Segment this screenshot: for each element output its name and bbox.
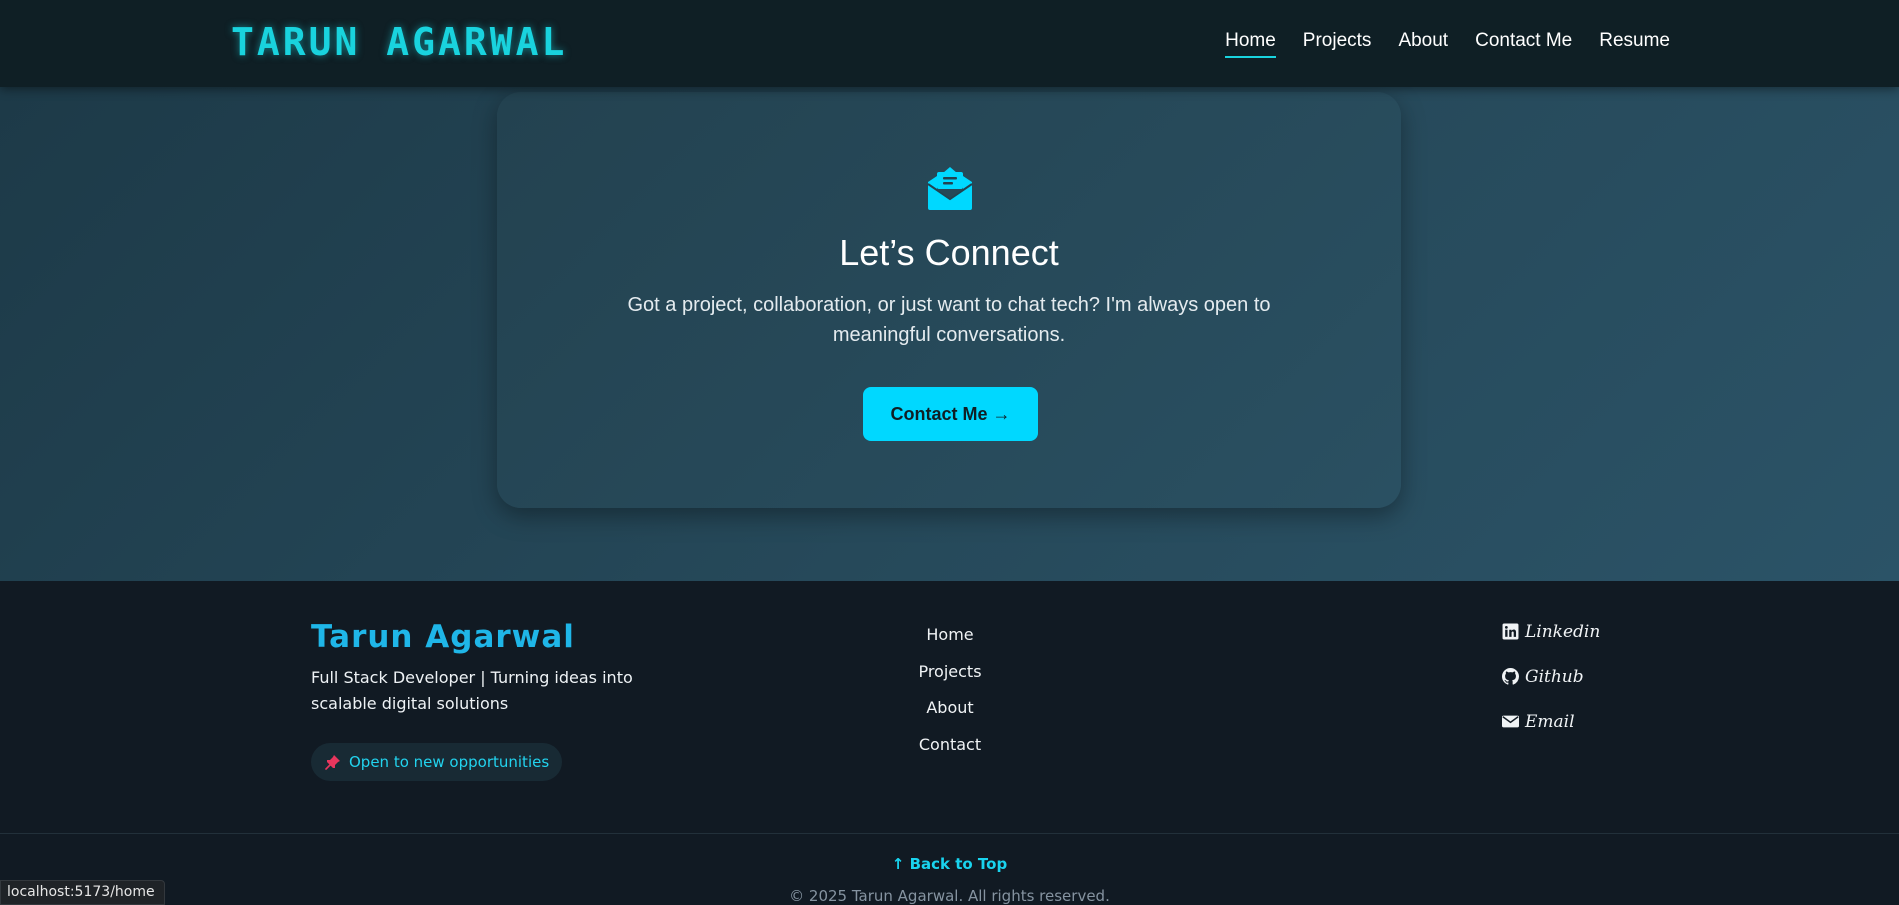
social-github-label: Github: [1525, 666, 1584, 687]
footer-links: Home Projects About Contact: [850, 617, 1050, 763]
main-nav: Home Projects About Contact Me Resume: [1225, 30, 1670, 58]
connect-card: Let’s Connect Got a project, collaborati…: [497, 92, 1401, 508]
footer-link-projects[interactable]: Projects: [918, 654, 981, 691]
footer-divider: [0, 833, 1899, 834]
brand-logo[interactable]: TARUN AGARWAL: [231, 20, 567, 64]
footer-tagline: Full Stack Developer | Turning ideas int…: [311, 668, 633, 713]
social-email[interactable]: Email: [1502, 709, 1600, 734]
section-title: Let’s Connect: [839, 232, 1059, 273]
social-linkedin[interactable]: Linkedin: [1502, 619, 1600, 644]
envelope-icon: [1502, 715, 1519, 728]
back-to-top-link[interactable]: ↑ Back to Top: [0, 855, 1899, 873]
connect-section: Let’s Connect Got a project, collaborati…: [0, 87, 1899, 581]
github-icon: [1502, 668, 1519, 685]
site-footer: Tarun Agarwal Full Stack Developer | Tur…: [0, 581, 1899, 905]
nav-resume[interactable]: Resume: [1599, 30, 1670, 58]
section-description: Got a project, collaboration, or just wa…: [627, 294, 1271, 346]
nav-home[interactable]: Home: [1225, 30, 1276, 58]
site-header: TARUN AGARWAL Home Projects About Contac…: [0, 0, 1899, 87]
footer-link-about[interactable]: About: [926, 690, 973, 727]
status-bar-url: localhost:5173/home: [0, 880, 165, 905]
nav-contact-me[interactable]: Contact Me: [1475, 30, 1572, 58]
social-links: Linkedin Github Email: [1502, 619, 1600, 734]
opportunities-badge: Open to new opportunities: [311, 743, 563, 781]
nav-about[interactable]: About: [1398, 30, 1448, 58]
footer-link-contact[interactable]: Contact: [919, 727, 981, 764]
pushpin-icon: [325, 755, 340, 770]
contact-me-button[interactable]: Contact Me →: [863, 387, 1038, 441]
badge-label: Open to new opportunities: [349, 753, 550, 771]
nav-projects[interactable]: Projects: [1303, 30, 1372, 58]
social-linkedin-label: Linkedin: [1525, 621, 1601, 642]
social-github[interactable]: Github: [1502, 664, 1600, 689]
footer-name: Tarun Agarwal: [311, 619, 575, 655]
copyright-text: © 2025 Tarun Agarwal. All rights reserve…: [789, 887, 1110, 905]
linkedin-icon: [1502, 623, 1519, 640]
open-envelope-icon: [927, 167, 973, 210]
social-email-label: Email: [1525, 711, 1575, 732]
footer-link-home[interactable]: Home: [926, 617, 973, 654]
